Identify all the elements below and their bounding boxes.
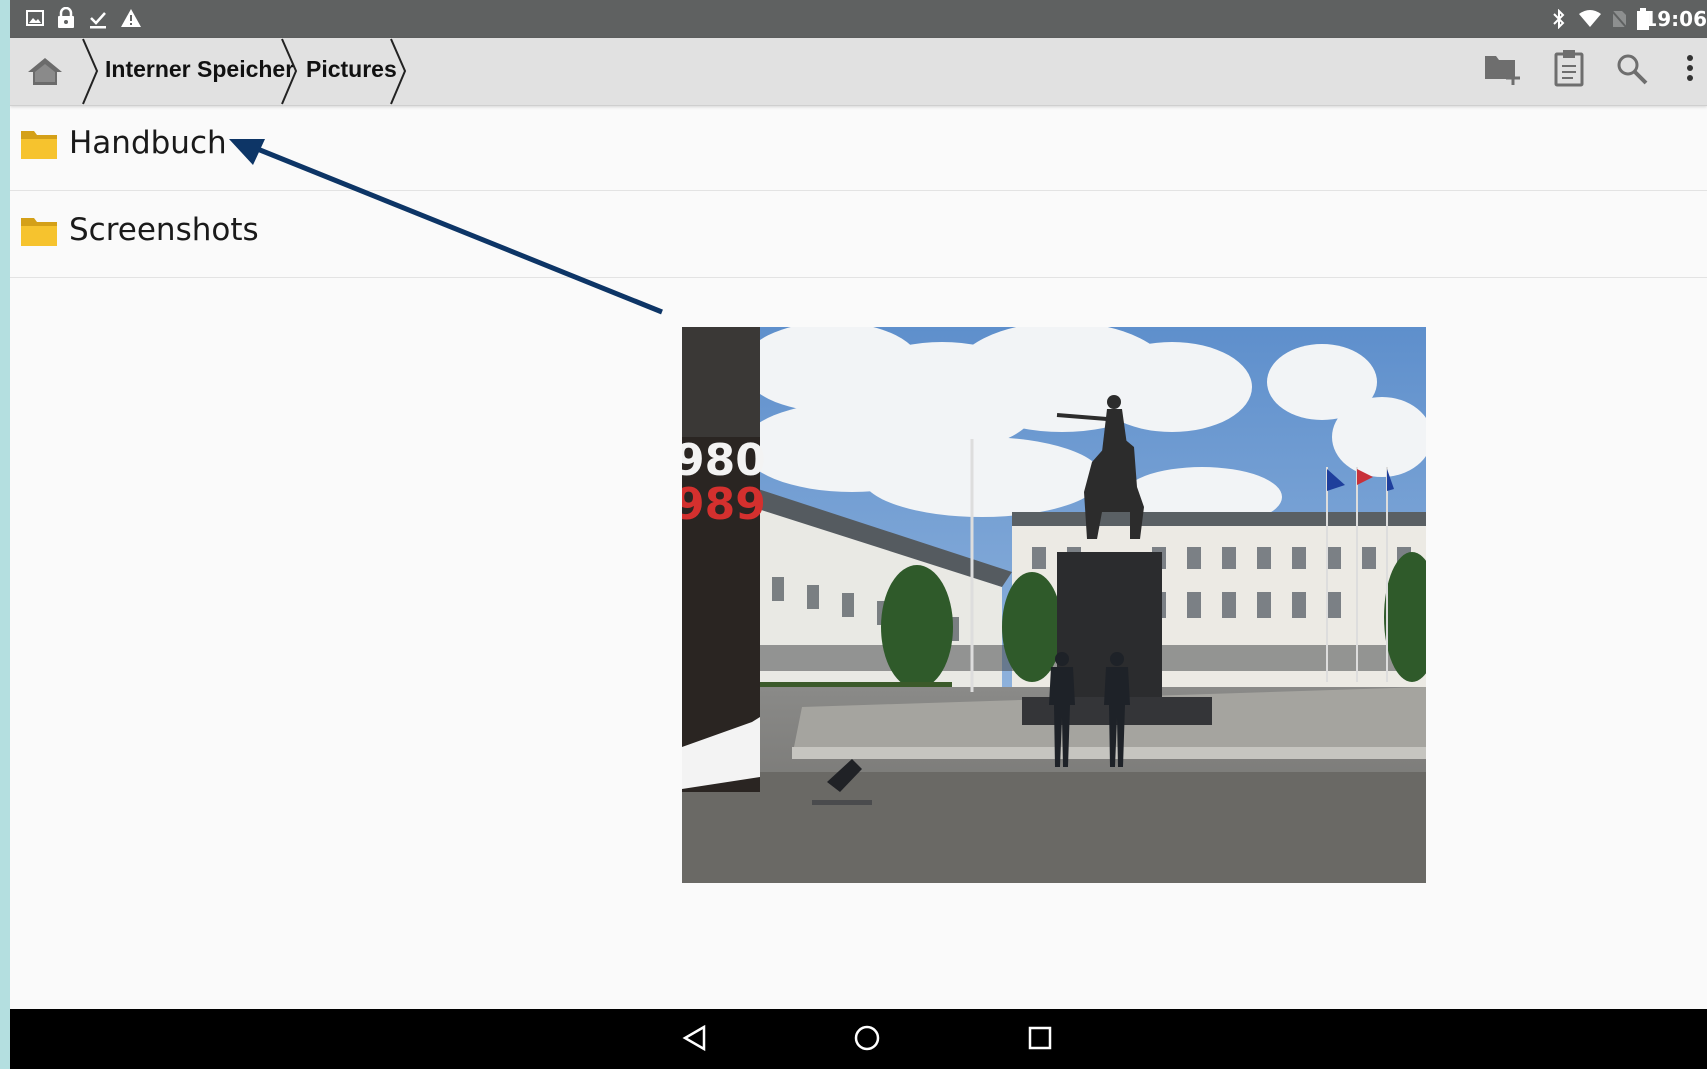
new-folder-icon[interactable] — [1483, 51, 1523, 87]
status-bar: 19:06 — [10, 0, 1707, 38]
toolbar: Interner Speicher Pictures — [10, 38, 1707, 106]
banner-text-1989: 989 — [682, 479, 766, 530]
breadcrumb-item-pictures[interactable]: Pictures — [306, 56, 397, 83]
clipboard-icon[interactable] — [1553, 49, 1585, 87]
download-done-icon — [90, 12, 106, 29]
breadcrumb-separator — [281, 38, 298, 105]
recents-icon[interactable] — [1025, 1023, 1055, 1053]
photo-thumbnail: 980 989 — [682, 327, 1426, 883]
navigation-bar — [10, 1009, 1707, 1069]
lock-icon — [58, 7, 74, 28]
wifi-icon — [1579, 10, 1601, 27]
breadcrumb-separator — [390, 38, 407, 105]
breadcrumb-separator — [82, 38, 99, 105]
warning-icon — [121, 9, 141, 27]
annotation-arrow — [229, 139, 663, 315]
folder-icon — [21, 218, 57, 246]
home-icon[interactable] — [26, 55, 64, 87]
search-icon[interactable] — [1615, 52, 1649, 86]
folder-icon — [21, 131, 57, 159]
more-vert-icon[interactable] — [1685, 54, 1695, 84]
back-icon[interactable] — [680, 1023, 710, 1053]
image-icon — [26, 10, 44, 26]
home-circle-icon[interactable] — [852, 1023, 882, 1053]
no-sim-icon — [1611, 10, 1627, 28]
breadcrumb-item-internal-storage[interactable]: Interner Speicher — [105, 56, 294, 83]
device-screen: 19:06 Interner Speicher Pictures Handbuc… — [10, 0, 1707, 1069]
clock: 19:06 — [1643, 7, 1707, 31]
folder-name: Handbuch — [69, 125, 227, 161]
bluetooth-icon — [1553, 9, 1565, 29]
